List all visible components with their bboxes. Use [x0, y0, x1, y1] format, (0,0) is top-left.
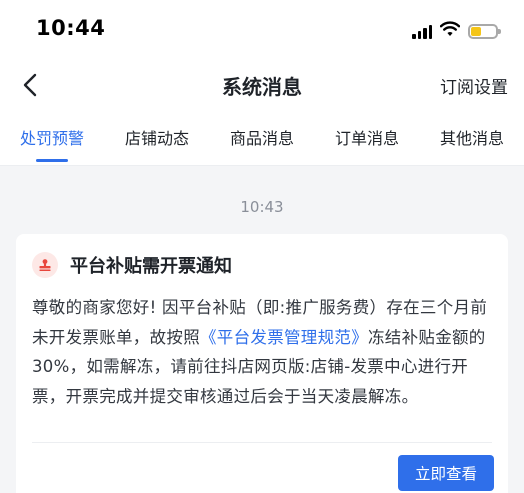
battery-level — [471, 26, 482, 36]
tab-store-updates[interactable]: 店铺动态 — [125, 108, 189, 166]
back-button[interactable] — [12, 66, 48, 104]
message-body: 尊敬的商家您好! 因平台补贴（即:推广服务费）存在三个月前未开发票账单，故按照《… — [32, 293, 494, 411]
message-tabs: 处罚预警 店铺动态 商品消息 订单消息 其他消息 — [0, 108, 524, 166]
tab-penalty-warning[interactable]: 处罚预警 — [20, 108, 84, 166]
message-card: 平台补贴需开票通知 尊敬的商家您好! 因平台补贴（即:推广服务费）存在三个月前未… — [16, 234, 508, 493]
chevron-left-icon — [23, 73, 37, 97]
tab-other-messages[interactable]: 其他消息 — [440, 108, 504, 166]
subscription-settings-link[interactable]: 订阅设置 — [440, 73, 508, 98]
tab-order-messages[interactable]: 订单消息 — [335, 108, 399, 166]
invoice-policy-link[interactable]: 《平台发票管理规范》 — [200, 328, 368, 347]
nav-bar: 系统消息 订阅设置 — [0, 62, 524, 108]
status-time: 10:44 — [36, 16, 106, 40]
screen: 10:44 系统消息 订阅设置 处罚预警 店铺动态 商品消息 订单消息 其他消息… — [0, 0, 524, 493]
card-divider — [32, 442, 492, 443]
message-title: 平台补贴需开票通知 — [70, 256, 232, 277]
status-icons — [412, 20, 501, 42]
message-timestamp: 10:43 — [240, 198, 284, 216]
status-bar: 10:44 — [0, 0, 524, 62]
tab-product-messages[interactable]: 商品消息 — [230, 108, 294, 166]
wifi-icon — [439, 21, 461, 41]
warning-stamp-icon — [32, 252, 58, 278]
battery-icon — [468, 23, 501, 39]
view-now-button[interactable]: 立即查看 — [398, 455, 494, 491]
message-card-header: 平台补贴需开票通知 — [32, 250, 232, 280]
cellular-signal-icon — [412, 24, 432, 39]
